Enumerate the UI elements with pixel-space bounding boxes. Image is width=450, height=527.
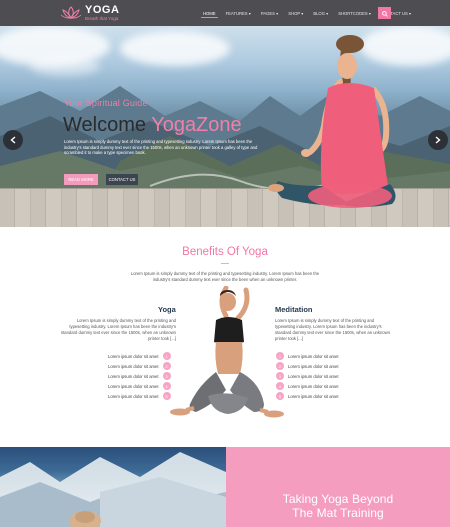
heading-divider (221, 263, 229, 264)
promo-heading-line1: Taking Yoga Beyond (282, 492, 394, 506)
search-icon (381, 4, 388, 22)
chevron-left-icon (10, 131, 16, 149)
search-button[interactable] (378, 7, 391, 19)
yoga-feature-list: Lorem ipsum dolor sit amet 1 Lorem ipsum d… (108, 351, 171, 401)
mountain-photo (0, 452, 226, 527)
logo-title: YOGA (85, 3, 120, 16)
list-item-label: Lorem ipsum dolor sit amet (288, 373, 339, 379)
list-item: Lorem ipsum dolor sit amet 3 (108, 371, 171, 381)
nav-item-shortcodes[interactable]: SHORTCODES ▾ (333, 0, 376, 26)
hero-slider: Your Spiritual Guide Welcome YogaZone Lo… (0, 26, 450, 227)
hero-subtitle: Your Spiritual Guide (64, 98, 148, 108)
list-item-label: Lorem ipsum dolor sit amet (108, 383, 159, 389)
promo-heading: Taking Yoga Beyond The Mat Training (226, 492, 450, 520)
site-logo[interactable]: YOGA Breath that Yoga (60, 3, 120, 22)
yoga-column-text: Lorem Ipsum is simply dummy text of the … (61, 318, 176, 341)
list-item: Lorem ipsum dolor sit amet 4 (108, 381, 171, 391)
hero-title-highlight: YogaZone (151, 114, 242, 136)
hero-yoga-woman (268, 35, 396, 208)
read-more-button[interactable]: READ MORE (64, 174, 98, 185)
chevron-right-icon (435, 131, 441, 149)
nav-item-shop[interactable]: SHOP ▾ (283, 0, 308, 26)
list-item-label: Lorem ipsum dolor sit amet (288, 353, 339, 359)
promo-image (0, 447, 226, 527)
list-item-label: Lorem ipsum dolor sit amet (288, 393, 339, 399)
promo-heading-line2: The Mat Training (292, 506, 384, 520)
list-item-label: Lorem ipsum dolor sit amet (108, 353, 159, 359)
meditation-column-text: Lorem Ipsum is simply dummy text of the … (275, 318, 390, 341)
list-item: Lorem ipsum dolor sit amet 1 (108, 351, 171, 361)
nav-item-pages[interactable]: PAGES ▾ (256, 0, 283, 26)
list-item-label: Lorem ipsum dolor sit amet (288, 363, 339, 369)
top-navbar: YOGA Breath that Yoga HOME FEATURES ▾ PAGE… (0, 0, 450, 26)
hero-title: Welcome YogaZone (63, 114, 242, 137)
logo-text: YOGA Breath that Yoga (85, 3, 120, 22)
list-item-label: Lorem ipsum dolor sit amet (108, 363, 159, 369)
slider-prev-button[interactable] (3, 130, 23, 150)
nav-item-home[interactable]: HOME (198, 0, 221, 26)
hero-title-prefix: Welcome (63, 114, 152, 136)
nav-item-blog[interactable]: BLOG ▾ (308, 0, 333, 26)
lotus-icon (60, 6, 82, 20)
list-item-label: Lorem ipsum dolor sit amet (108, 393, 159, 399)
benefits-intro: Lorem Ipsum is simply dummy text of the … (130, 271, 320, 282)
benefits-heading: Benefits Of Yoga (182, 246, 268, 258)
slider-next-button[interactable] (428, 130, 448, 150)
list-item: Lorem ipsum dolor sit amet 2 (108, 361, 171, 371)
contact-us-button[interactable]: CONTACT US (106, 174, 138, 185)
logo-tagline: Breath that Yoga (85, 15, 119, 21)
list-item-label: Lorem ipsum dolor sit amet (288, 383, 339, 389)
hero-description: Lorem Ipsum is simply dummy text of the … (64, 139, 258, 156)
yoga-pose-figure (170, 286, 284, 418)
page: YOGA Breath that Yoga HOME FEATURES ▾ PAGE… (0, 0, 450, 527)
list-item: Lorem ipsum dolor sit amet 5 (108, 391, 171, 401)
list-item-label: Lorem ipsum dolor sit amet (108, 373, 159, 379)
nav-item-features[interactable]: FEATURES ▾ (221, 0, 256, 26)
